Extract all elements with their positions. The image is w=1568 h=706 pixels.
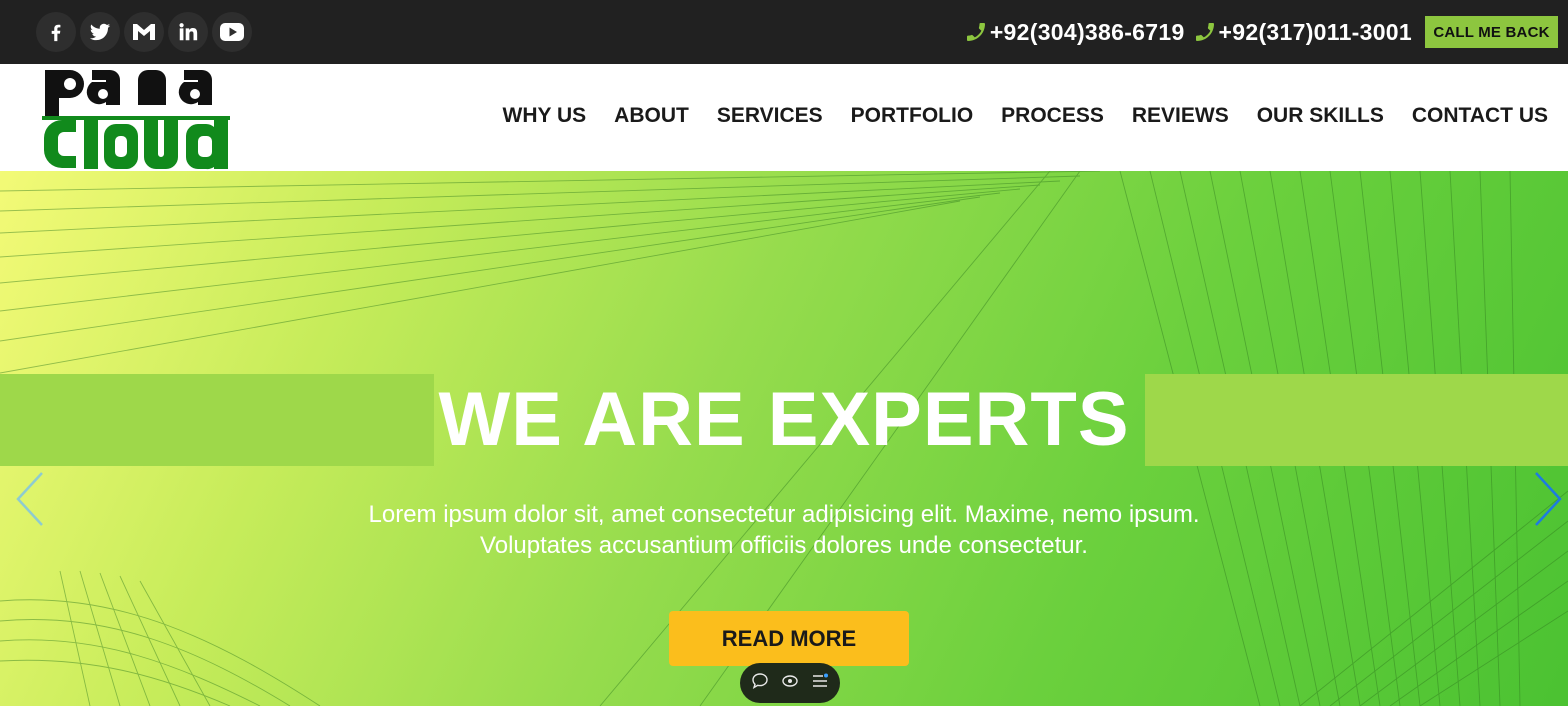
hero-description-line-1: Lorem ipsum dolor sit, amet consectetur … (368, 501, 1200, 528)
social-links (36, 12, 252, 52)
hero-description-line-2: Voluptates accusantium officiis dolores … (480, 532, 1088, 559)
nav-why-us[interactable]: WHY US (503, 104, 587, 128)
top-bar: +92(304)386-6719 +92(317)011-3001 CALL M… (0, 0, 1568, 64)
call-me-back-button[interactable]: CALL ME BACK (1425, 16, 1558, 48)
hero-slider: WE ARE EXPERTS Lorem ipsum dolor sit, am… (0, 171, 1568, 706)
nav-our-skills[interactable]: OUR SKILLS (1257, 104, 1384, 128)
nav-about[interactable]: ABOUT (614, 104, 689, 128)
panacloud-logo[interactable] (42, 64, 230, 171)
floating-toolbar (740, 663, 840, 703)
phone-icon (1195, 23, 1214, 41)
site-header: WHY US ABOUT SERVICES PORTFOLIO PROCESS … (0, 64, 1568, 171)
phone-number-1[interactable]: +92(304)386-6719 (964, 19, 1185, 46)
read-more-button[interactable]: READ MORE (669, 611, 909, 666)
chevron-left-icon[interactable] (12, 469, 46, 529)
nav-portfolio[interactable]: PORTFOLIO (851, 104, 974, 128)
main-nav: WHY US ABOUT SERVICES PORTFOLIO PROCESS … (503, 104, 1548, 128)
nav-reviews[interactable]: REVIEWS (1132, 104, 1229, 128)
chevron-right-icon[interactable] (1532, 469, 1566, 529)
nav-services[interactable]: SERVICES (717, 104, 823, 128)
menu-icon[interactable] (811, 672, 829, 695)
facebook-icon[interactable] (36, 12, 76, 52)
gmail-icon[interactable] (124, 12, 164, 52)
hero-title: WE ARE EXPERTS (438, 377, 1130, 462)
phone-number-2[interactable]: +92(317)011-3001 (1193, 19, 1412, 46)
phone-numbers: +92(304)386-6719 +92(317)011-3001 (964, 16, 1412, 48)
phone-number-1-text: +92(304)386-6719 (989, 18, 1185, 45)
phone-icon (966, 23, 985, 41)
eye-icon[interactable] (781, 672, 799, 695)
hero-description: Lorem ipsum dolor sit, amet consectetur … (284, 499, 1284, 561)
nav-process[interactable]: PROCESS (1001, 104, 1104, 128)
linkedin-icon[interactable] (168, 12, 208, 52)
phone-number-2-text: +92(317)011-3001 (1218, 18, 1412, 45)
youtube-icon[interactable] (212, 12, 252, 52)
twitter-icon[interactable] (80, 12, 120, 52)
chat-icon[interactable] (751, 672, 769, 695)
nav-contact-us[interactable]: CONTACT US (1412, 104, 1548, 128)
